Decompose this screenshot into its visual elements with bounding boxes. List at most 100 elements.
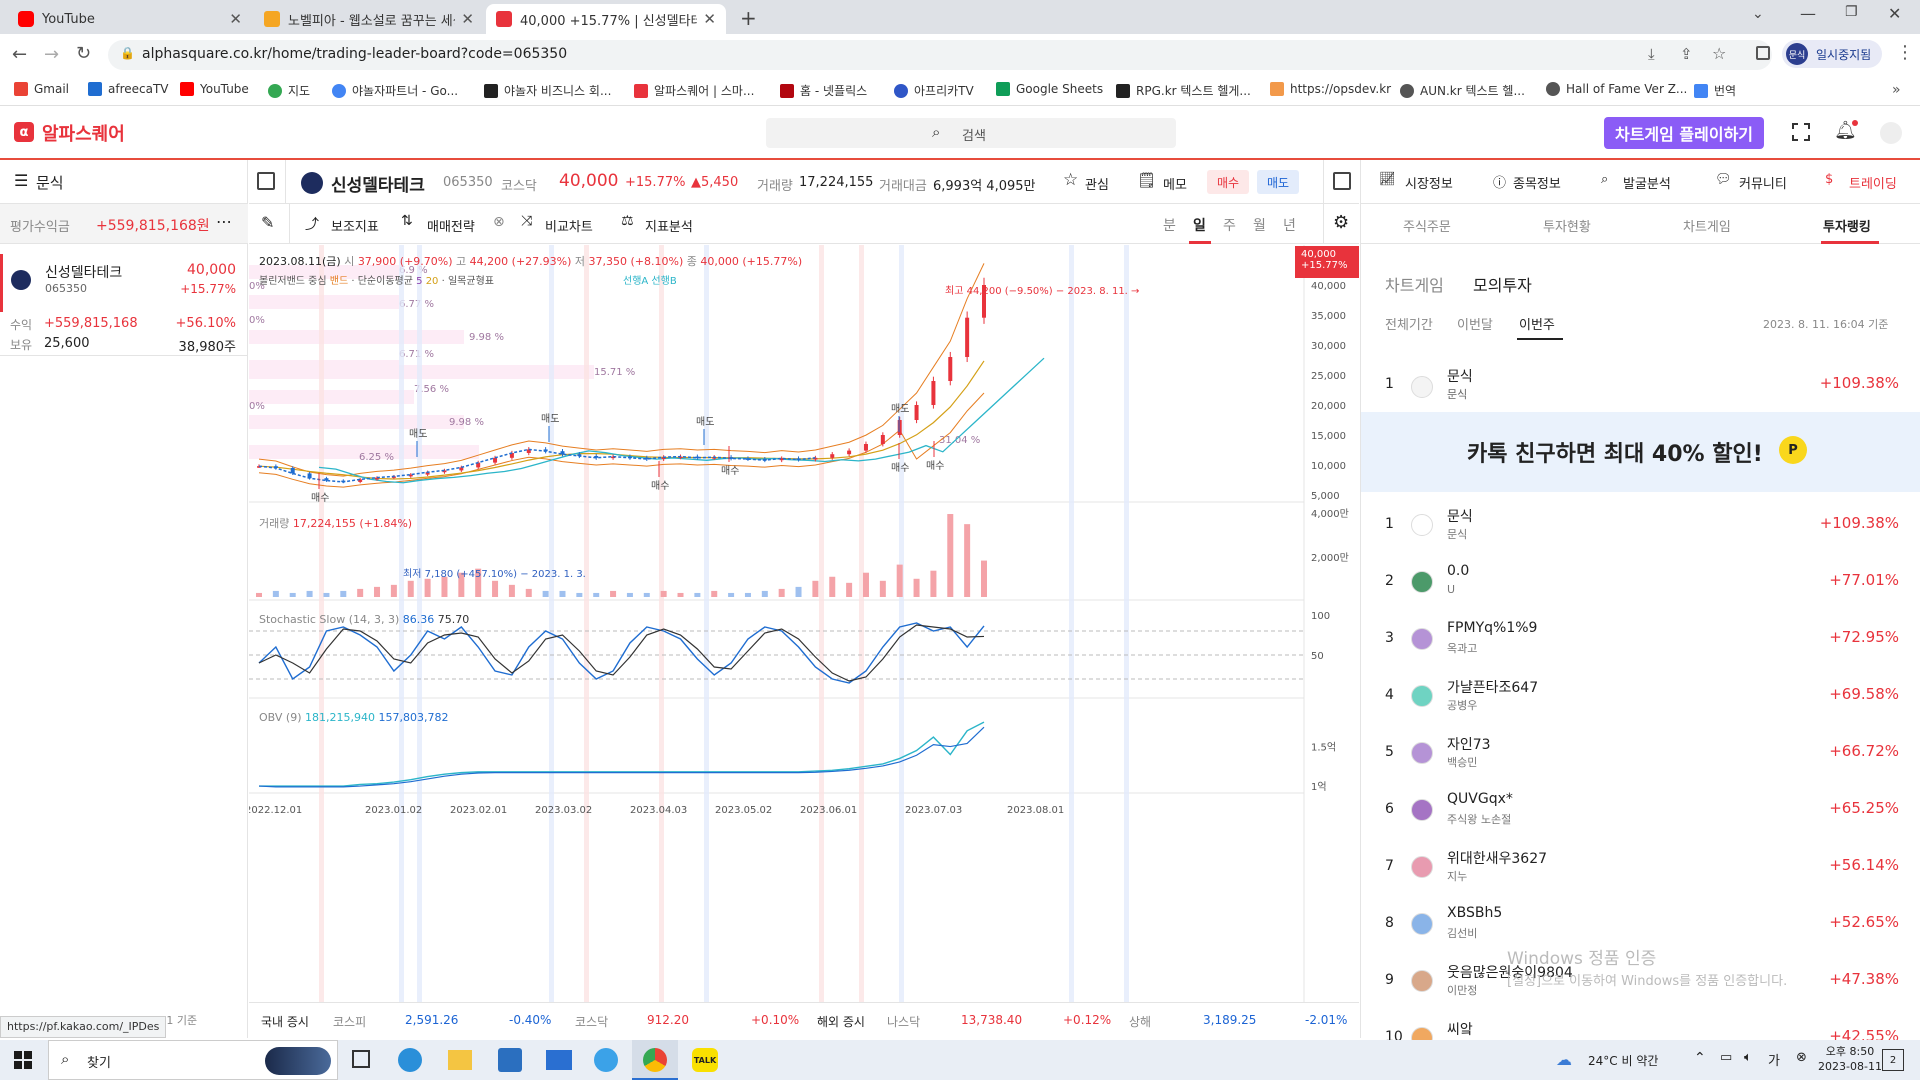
menu-kebab-icon[interactable]: ⋮	[1896, 42, 1914, 63]
tab-discover[interactable]: 발굴분석	[1623, 173, 1671, 192]
close-icon[interactable]: ✕	[703, 10, 716, 28]
back-icon[interactable]: ←	[12, 44, 27, 65]
bookmarks-overflow-icon[interactable]: »	[1892, 82, 1901, 98]
bookmark-youtube[interactable]: YouTube	[180, 82, 249, 96]
browser-tab-alphasquare[interactable]: 40,000 +15.77% | 신성델타테크 ✕	[486, 4, 726, 34]
mode-mock-invest[interactable]: 모의투자	[1473, 272, 1532, 296]
task-view-icon[interactable]	[352, 1050, 370, 1068]
sell-button[interactable]: 매도	[1257, 170, 1299, 194]
bookmark-yanolja-partner[interactable]: 야놀자파트너 - Go...	[332, 82, 458, 99]
clock-date[interactable]: 2023-08-11	[1810, 1060, 1890, 1073]
close-icon[interactable]: ✕	[461, 10, 474, 28]
compare-button[interactable]: 비교차트	[545, 216, 593, 235]
bookmark-map[interactable]: 지도	[268, 82, 310, 99]
bookmark-translate[interactable]: 번역	[1694, 82, 1736, 99]
more-icon[interactable]: ⋯	[216, 212, 232, 231]
bookmark-aun[interactable]: AUN.kr 텍스트 헬...	[1400, 82, 1525, 99]
clock-time[interactable]: 오후 8:50	[1810, 1043, 1890, 1059]
search-input[interactable]: ⌕ 검색	[766, 118, 1176, 148]
ranking-row[interactable]: 7 위대한새우3627 지누 +56.14%	[1361, 840, 1920, 897]
period-week[interactable]: 주	[1223, 215, 1236, 235]
holding-card[interactable]: 신성델타테크 065350 40,000 +15.77%	[0, 254, 248, 312]
store-icon[interactable]	[498, 1048, 522, 1072]
tab-status[interactable]: 투자현황	[1543, 216, 1591, 235]
buy-button[interactable]: 매수	[1207, 170, 1249, 194]
mode-chart-game[interactable]: 차트게임	[1385, 272, 1444, 296]
bookmark-star-icon[interactable]: ☆	[1712, 44, 1726, 63]
ime-icon[interactable]: 가	[1768, 1050, 1780, 1069]
restore-button[interactable]: ❐	[1845, 4, 1858, 20]
bookmark-hof[interactable]: Hall of Fame Ver Z...	[1546, 82, 1687, 96]
bookmark-africatv[interactable]: 아프리카TV	[894, 82, 974, 99]
fullscreen-icon[interactable]	[1792, 123, 1810, 141]
reload-icon[interactable]: ↻	[76, 43, 91, 64]
tab-market-info[interactable]: 시장정보	[1405, 173, 1453, 192]
ranking-row[interactable]: 1 문식 문식 +109.38%	[1361, 498, 1920, 555]
stock-name[interactable]: 신성델타테크	[331, 171, 425, 196]
alphasquare-logo-icon[interactable]: α	[14, 122, 34, 142]
ie-icon[interactable]	[594, 1048, 618, 1072]
account-name[interactable]: 문식	[36, 172, 64, 193]
period-day[interactable]: 일	[1193, 215, 1206, 235]
ranking-row[interactable]: 4 가냘픈타조647 공병우 +69.58%	[1361, 669, 1920, 726]
tab-order[interactable]: 주식주문	[1403, 216, 1451, 235]
memo-icon[interactable]: 🗒︎	[1137, 171, 1156, 189]
gear-icon[interactable]: ⚙	[1333, 212, 1349, 233]
edge-icon[interactable]	[398, 1048, 422, 1072]
bookmark-opsdev[interactable]: https://opsdev.kr	[1270, 82, 1391, 96]
file-explorer-icon[interactable]	[448, 1050, 472, 1070]
bookmark-rpg[interactable]: RPG.kr 텍스트 헬게...	[1116, 82, 1251, 99]
bookmark-gmail[interactable]: Gmail	[14, 82, 69, 96]
bookmark-netflix[interactable]: 홈 - 넷플릭스	[780, 82, 867, 99]
ime-mode-icon[interactable]: ⊗	[1796, 1050, 1807, 1065]
strategy-clear-icon[interactable]: ⊗	[493, 214, 505, 230]
period-month[interactable]: 월	[1253, 215, 1266, 235]
bookmark-sheets[interactable]: Google Sheets	[996, 82, 1103, 96]
taskbar-search[interactable]: ⌕ 찾기	[48, 1040, 338, 1080]
tab-search-icon[interactable]: ⌄	[1752, 6, 1764, 22]
url-field[interactable]: 🔒 alphasquare.co.kr/home/trading-leader-…	[108, 40, 1772, 70]
chart-area[interactable]: 6.9 % 0% 6.77 % 0% 9.98 % 6.71 % 15.71 % 7.56 %…	[249, 245, 1359, 1002]
download-icon[interactable]: ⤓	[1648, 45, 1655, 63]
close-icon[interactable]: ✕	[229, 10, 242, 28]
period-minute[interactable]: 분	[1163, 215, 1176, 235]
forward-icon[interactable]: →	[44, 44, 59, 65]
minimize-button[interactable]: —	[1800, 4, 1816, 23]
kakao-promo-banner[interactable]: 카톡 친구하면 최대 40% 할인! P	[1361, 412, 1920, 492]
panel-toggle-icon[interactable]	[257, 172, 275, 190]
tray-up-icon[interactable]: ⌃	[1694, 1050, 1706, 1066]
chart-game-banner-button[interactable]: 차트게임 플레이하기	[1604, 117, 1764, 149]
draw-pen-icon[interactable]: ✎	[261, 213, 274, 232]
profile-chip[interactable]: 문식 일시중지됨	[1782, 40, 1882, 68]
memo-button[interactable]: 메모	[1163, 174, 1187, 193]
notification-center-icon[interactable]: 2	[1882, 1049, 1904, 1071]
star-icon[interactable]: ☆	[1063, 170, 1078, 190]
indicator-button[interactable]: 보조지표	[331, 216, 379, 235]
tab-community[interactable]: 커뮤니티	[1739, 173, 1787, 192]
strategy-button[interactable]: 매매전략	[427, 216, 475, 235]
ranking-row[interactable]: 3 FPMYq%1%9 옥과고 +72.95%	[1361, 612, 1920, 669]
mail-icon[interactable]	[546, 1050, 572, 1070]
windows-start-icon[interactable]	[14, 1051, 32, 1069]
ranking-row[interactable]: 5 자인73 백승민 +66.72%	[1361, 726, 1920, 783]
share-icon[interactable]: ⇪	[1680, 45, 1693, 63]
range-all[interactable]: 전체기간	[1385, 314, 1433, 333]
ranking-row[interactable]: 2 0.0 U +77.01%	[1361, 555, 1920, 612]
chrome-taskbar-button[interactable]	[632, 1040, 678, 1080]
tab-trading[interactable]: 트레이딩	[1849, 173, 1897, 192]
app-logo[interactable]: 알파스퀘어	[42, 120, 125, 146]
new-tab-button[interactable]: +	[740, 6, 757, 30]
panel-toggle-right-icon[interactable]	[1333, 172, 1351, 190]
network-icon[interactable]: ▭	[1720, 1050, 1732, 1065]
range-month[interactable]: 이번달	[1457, 314, 1493, 333]
analysis-button[interactable]: 지표분석	[645, 216, 693, 235]
user-avatar[interactable]	[1880, 122, 1902, 144]
browser-tab-youtube[interactable]: YouTube ✕	[8, 4, 252, 34]
tab-stock-info[interactable]: 종목정보	[1513, 173, 1561, 192]
my-rank-row[interactable]: 1 문식 문식 +109.38%	[1361, 360, 1920, 412]
volume-icon[interactable]: 🔈︎	[1744, 1050, 1752, 1065]
favorite-button[interactable]: 관심	[1085, 174, 1109, 193]
ranking-row[interactable]: 6 QUVGqx* 주식왕 노손절 +65.25%	[1361, 783, 1920, 840]
tab-ranking[interactable]: 투자랭킹	[1823, 216, 1871, 235]
range-week[interactable]: 이번주	[1519, 314, 1555, 333]
